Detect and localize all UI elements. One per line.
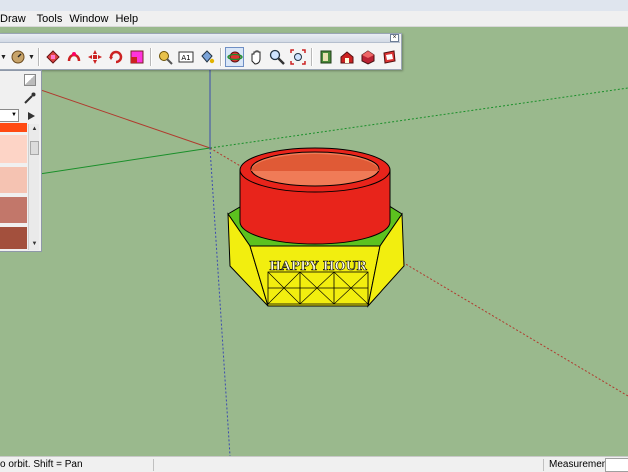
pan-icon[interactable]: [246, 47, 265, 67]
orbit-icon[interactable]: [225, 47, 244, 67]
materials-scrollbar[interactable]: ▲ ▼: [28, 124, 39, 250]
follow-me-icon[interactable]: [64, 47, 83, 67]
views-book-icon[interactable]: [316, 47, 335, 67]
scroll-up-icon[interactable]: ▲: [30, 125, 39, 134]
status-divider: [153, 459, 154, 471]
material-library-select[interactable]: ▼: [0, 109, 19, 122]
menu-bar: Draw Tools Window Help: [0, 0, 628, 27]
scene-drawing: HAPPY HOUR: [0, 40, 628, 456]
status-hint: o orbit. Shift = Pan: [0, 459, 83, 470]
material-preview-icon[interactable]: [24, 74, 36, 86]
menu-tools[interactable]: Tools: [33, 11, 70, 27]
tape-measure-icon[interactable]: [155, 47, 174, 67]
material-swatch[interactable]: [0, 167, 27, 193]
window-title-strip: [0, 0, 628, 11]
move-icon[interactable]: [85, 47, 104, 67]
menu-window[interactable]: Window: [69, 11, 115, 27]
push-pull-icon[interactable]: [43, 47, 62, 67]
model-viewport[interactable]: HAPPY HOUR: [0, 28, 628, 456]
chevron-down-icon: ▼: [11, 112, 17, 118]
status-bar: o orbit. Shift = Pan Measurements: [0, 456, 628, 472]
toolbar-separator: [220, 48, 221, 66]
menu-help[interactable]: Help: [115, 11, 145, 27]
toolbar-separator: [311, 48, 312, 66]
eyedropper-icon[interactable]: [23, 91, 37, 105]
measure-dial-icon[interactable]: [8, 47, 27, 67]
measurements-input[interactable]: [605, 458, 628, 472]
blue-axis-hidden: [209, 147, 231, 456]
zoom-extents-icon[interactable]: [288, 47, 307, 67]
section-view-icon[interactable]: [379, 47, 398, 67]
material-swatch[interactable]: [0, 197, 27, 223]
menu-draw[interactable]: Draw: [0, 11, 33, 27]
component-view-icon[interactable]: [358, 47, 377, 67]
material-swatch[interactable]: [0, 135, 27, 163]
rotate-icon[interactable]: [106, 47, 125, 67]
scale-icon[interactable]: [127, 47, 146, 67]
house-view-icon[interactable]: [337, 47, 356, 67]
scroll-thumb[interactable]: [30, 141, 39, 155]
material-swatch[interactable]: [0, 123, 27, 132]
toolbar-grip[interactable]: [0, 34, 400, 43]
camera-toolbar: × ▼ ▼ A1: [0, 33, 402, 70]
dropdown-arrow-icon[interactable]: ▼: [28, 54, 35, 61]
scroll-down-icon[interactable]: ▼: [30, 240, 39, 249]
details-arrow-icon[interactable]: [25, 110, 37, 122]
close-icon[interactable]: ×: [390, 34, 399, 42]
toolbar-separator: [38, 48, 39, 66]
dropdown-arrow-icon[interactable]: ▼: [0, 54, 7, 61]
dimension-icon[interactable]: A1: [176, 47, 195, 67]
zoom-icon[interactable]: [267, 47, 286, 67]
model-label-text: HAPPY HOUR: [269, 258, 367, 273]
status-divider: [543, 459, 544, 471]
toolbar-separator: [150, 48, 151, 66]
materials-panel: ▼ ▲ ▼: [0, 70, 42, 252]
material-swatch[interactable]: [0, 227, 27, 249]
green-axis-hidden: [209, 87, 628, 149]
dimension-label: A1: [181, 54, 190, 62]
paint-bucket-icon[interactable]: [197, 47, 216, 67]
